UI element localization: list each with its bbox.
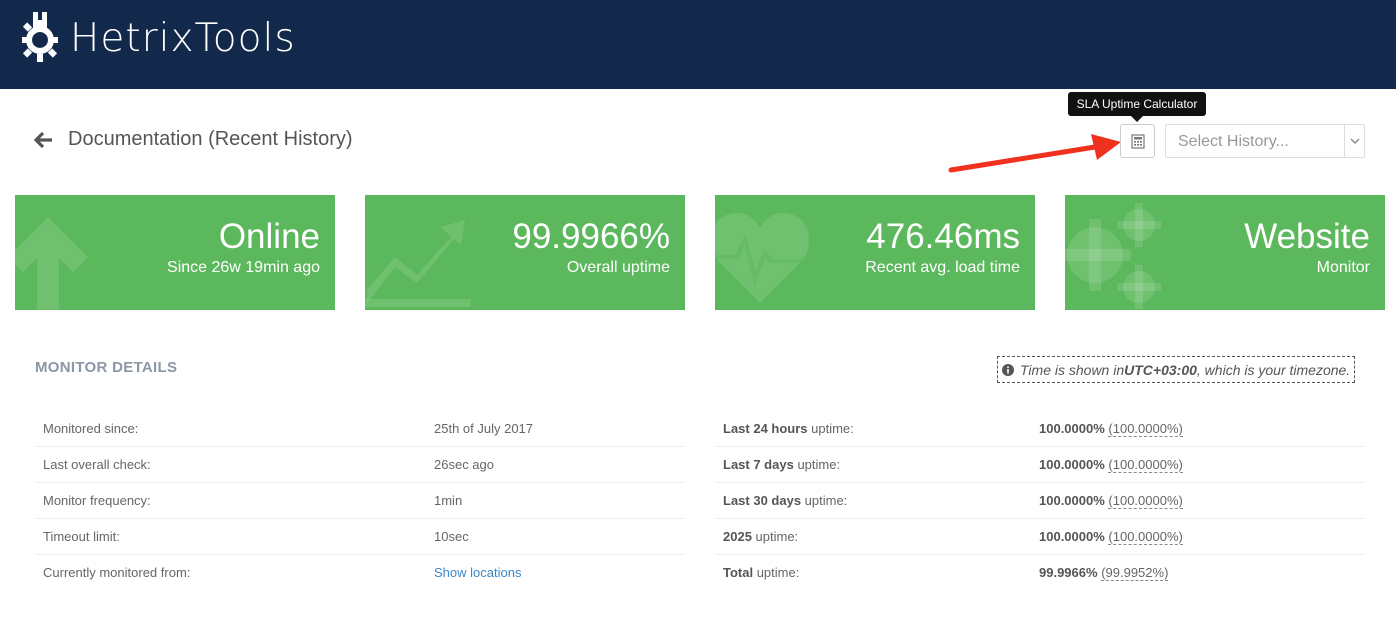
uptime-value-cell: 100.0000% (100.0000%) xyxy=(1031,446,1365,483)
logo-text: HetrixTools xyxy=(70,15,296,61)
uptime-value-cell: 100.0000% (100.0000%) xyxy=(1031,411,1365,447)
monitor-type-caption: Monitor xyxy=(1316,259,1370,276)
annotation-arrow-icon xyxy=(948,134,1121,173)
show-locations-link[interactable]: Show locations xyxy=(434,565,521,580)
detail-label: Monitored since: xyxy=(35,411,426,447)
logo[interactable]: HetrixTools xyxy=(18,12,296,64)
detail-value: 1min xyxy=(426,482,685,519)
uptime-card: 99.9966% Overall uptime xyxy=(365,195,685,310)
load-time-card: 476.46ms Recent avg. load time xyxy=(715,195,1035,310)
uptime-value: 99.9966% xyxy=(1039,565,1098,580)
detail-label: Last overall check: xyxy=(35,446,426,483)
uptime-alt-value[interactable]: (99.9952%) xyxy=(1101,565,1169,581)
gears-icon xyxy=(1065,203,1161,309)
calculator-icon xyxy=(1130,133,1145,149)
uptime-label-suffix: uptime: xyxy=(801,493,848,508)
detail-value: 26sec ago xyxy=(426,446,685,483)
uptime-period: Total xyxy=(723,565,754,580)
detail-label: Monitor frequency: xyxy=(35,482,426,519)
trend-chart-icon xyxy=(365,220,471,307)
status-card: Online Since 26w 19min ago xyxy=(15,195,335,310)
load-time-caption: Recent avg. load time xyxy=(865,259,1020,276)
uptime-caption: Overall uptime xyxy=(566,259,670,276)
table-row: Last overall check: 26sec ago xyxy=(35,446,685,483)
uptime-value: 100.0000% xyxy=(1039,457,1105,472)
table-row: Total uptime: 99.9966% (99.9952%) xyxy=(715,555,1365,591)
table-row: Last 30 days uptime: 100.0000% (100.0000… xyxy=(715,482,1365,519)
monitor-details-title: MONITOR DETAILS xyxy=(35,359,178,376)
detail-value-cell: Show locations xyxy=(426,555,685,591)
uptime-value: 100.0000% xyxy=(1039,493,1105,508)
uptime-alt-value[interactable]: (100.0000%) xyxy=(1108,457,1183,473)
timezone-suffix: , which is your timezone. xyxy=(1196,361,1351,378)
uptime-value: 100.0000% xyxy=(1039,529,1105,544)
back-arrow-icon[interactable] xyxy=(34,130,54,150)
uptime-label: Last 24 hours uptime: xyxy=(715,411,1031,447)
table-row: Currently monitored from: Show locations xyxy=(35,555,685,591)
page-title: Documentation (Recent History) xyxy=(68,128,353,150)
uptime-period: Last 7 days xyxy=(723,457,794,472)
uptime-label-suffix: uptime: xyxy=(753,565,800,580)
page-header: Documentation (Recent History) xyxy=(34,128,353,151)
uptime-value: 99.9966% xyxy=(512,217,670,256)
uptime-value-cell: 99.9966% (99.9952%) xyxy=(1031,555,1365,591)
uptime-label: Total uptime: xyxy=(715,555,1031,591)
monitor-type-card: Website Monitor xyxy=(1065,195,1385,310)
heartbeat-icon xyxy=(715,212,810,303)
table-row: Monitored since: 25th of July 2017 xyxy=(35,411,685,447)
uptime-details-table: Last 24 hours uptime: 100.0000% (100.000… xyxy=(715,411,1365,590)
chevron-down-icon xyxy=(1344,125,1364,157)
detail-value: 25th of July 2017 xyxy=(426,411,685,447)
table-row: Last 24 hours uptime: 100.0000% (100.000… xyxy=(715,411,1365,447)
timezone-note: Time is shown in UTC+03:00, which is you… xyxy=(997,356,1356,383)
sla-calculator-tooltip: SLA Uptime Calculator xyxy=(1068,92,1206,122)
uptime-period: Last 30 days xyxy=(723,493,802,508)
uptime-label: 2025 uptime: xyxy=(715,518,1031,555)
uptime-alt-value[interactable]: (100.0000%) xyxy=(1108,421,1183,437)
table-row: Last 7 days uptime: 100.0000% (100.0000%… xyxy=(715,446,1365,483)
detail-value: 10sec xyxy=(426,518,685,555)
uptime-alt-value[interactable]: (100.0000%) xyxy=(1108,493,1183,509)
uptime-label-suffix: uptime: xyxy=(793,457,841,472)
uptime-label-suffix: uptime: xyxy=(807,421,854,436)
monitor-details-table: Monitored since: 25th of July 2017 Last … xyxy=(35,411,685,590)
info-icon xyxy=(1002,363,1014,376)
status-caption: Since 26w 19min ago xyxy=(167,259,320,276)
uptime-value-cell: 100.0000% (100.0000%) xyxy=(1031,482,1365,519)
timezone-value: UTC+03:00 xyxy=(1124,361,1197,378)
detail-label: Currently monitored from: xyxy=(43,565,191,580)
top-navbar: HetrixTools xyxy=(0,0,1396,89)
detail-label: Timeout limit: xyxy=(35,518,426,555)
gear-wrench-logo-icon xyxy=(22,12,58,62)
sla-calculator-button[interactable] xyxy=(1120,124,1155,158)
table-row: 2025 uptime: 100.0000% (100.0000%) xyxy=(715,518,1365,555)
uptime-period: Last 24 hours xyxy=(723,421,808,436)
uptime-value: 100.0000% xyxy=(1039,421,1105,436)
timezone-prefix: Time is shown in xyxy=(1020,361,1125,378)
arrow-up-icon xyxy=(15,217,88,310)
table-row: Monitor frequency: 1min xyxy=(35,482,685,519)
uptime-alt-value[interactable]: (100.0000%) xyxy=(1108,529,1183,545)
uptime-value-cell: 100.0000% (100.0000%) xyxy=(1031,518,1365,555)
monitor-type-value: Website xyxy=(1244,217,1370,256)
uptime-label: Last 7 days uptime: xyxy=(715,446,1031,483)
load-time-value: 476.46ms xyxy=(866,217,1020,256)
table-row: Timeout limit: 10sec xyxy=(35,518,685,555)
uptime-label-suffix: uptime: xyxy=(751,529,799,544)
status-value: Online xyxy=(218,217,320,256)
history-select[interactable]: Select History... xyxy=(1165,124,1365,158)
history-select-placeholder: Select History... xyxy=(1178,133,1289,150)
uptime-label: Last 30 days uptime: xyxy=(715,482,1031,519)
uptime-period: 2025 xyxy=(723,529,752,544)
